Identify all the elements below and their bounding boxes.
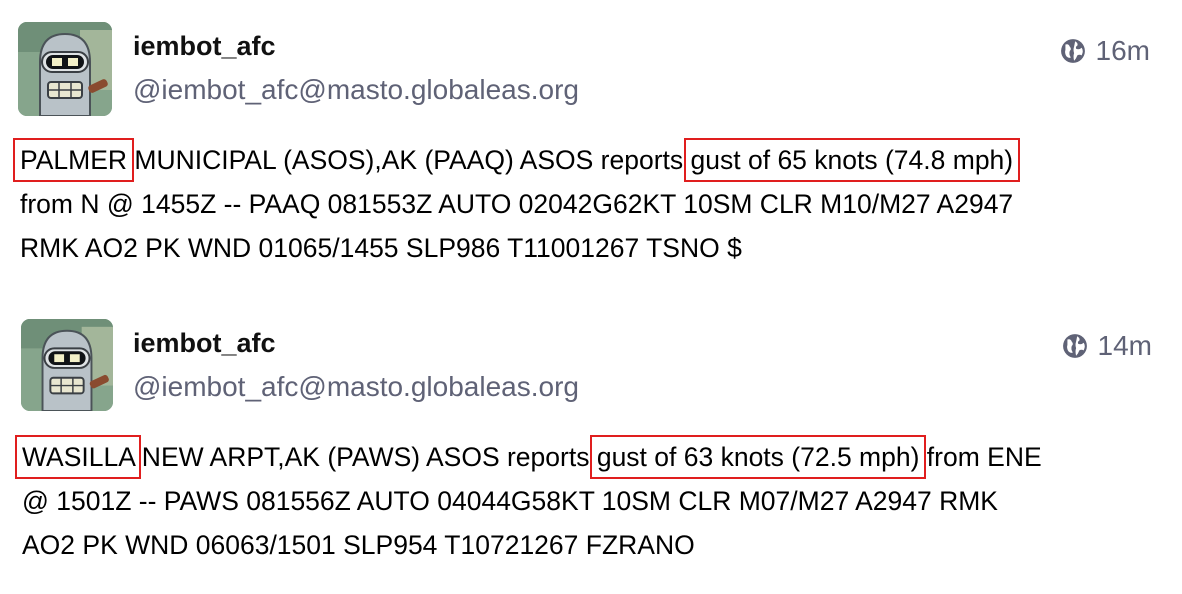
avatar[interactable] bbox=[21, 319, 113, 411]
display-name[interactable]: iembot_afc bbox=[133, 328, 276, 359]
post-content: WASILLA NEW ARPT,AK (PAWS) ASOS reports … bbox=[14, 435, 1172, 567]
content-text: NEW ARPT,AK (PAWS) ASOS reports bbox=[134, 442, 597, 472]
content-line: PALMER MUNICIPAL (ASOS),AK (PAAQ) ASOS r… bbox=[12, 138, 1170, 182]
avatar[interactable] bbox=[18, 22, 112, 116]
globe-icon bbox=[1060, 39, 1085, 63]
post-timestamp[interactable]: 16m bbox=[1096, 35, 1150, 67]
account-handle[interactable]: @iembot_afc@masto.globaleas.org bbox=[133, 74, 579, 106]
display-name[interactable]: iembot_afc bbox=[133, 31, 276, 62]
highlighted-gust: gust of 63 knots (72.5 mph) bbox=[589, 435, 927, 479]
content-text: MUNICIPAL (ASOS),AK (PAAQ) ASOS reports bbox=[127, 145, 691, 175]
content-line: from N @ 1455Z -- PAAQ 081553Z AUTO 0204… bbox=[20, 189, 1014, 219]
content-line: WASILLA NEW ARPT,AK (PAWS) ASOS reports … bbox=[14, 435, 1172, 479]
highlighted-gust: gust of 65 knots (74.8 mph) bbox=[683, 138, 1021, 182]
post-meta[interactable]: 16m bbox=[1060, 34, 1150, 68]
content-line: RMK AO2 PK WND 01065/1455 SLP986 T110012… bbox=[20, 233, 742, 263]
content-line: @ 1501Z -- PAWS 081556Z AUTO 04044G58KT … bbox=[22, 486, 998, 516]
content-line: AO2 PK WND 06063/1501 SLP954 T10721267 F… bbox=[22, 530, 695, 560]
account-handle[interactable]: @iembot_afc@masto.globaleas.org bbox=[133, 371, 579, 403]
globe-icon bbox=[1062, 334, 1087, 358]
highlighted-station: PALMER bbox=[12, 138, 135, 182]
robot-avatar-image bbox=[18, 22, 112, 116]
post-content: PALMER MUNICIPAL (ASOS),AK (PAAQ) ASOS r… bbox=[12, 138, 1170, 270]
post-meta[interactable]: 14m bbox=[1062, 329, 1152, 363]
content-text: from ENE bbox=[919, 442, 1042, 472]
highlighted-station: WASILLA bbox=[14, 435, 142, 479]
robot-avatar-image bbox=[21, 319, 113, 411]
post-timestamp[interactable]: 14m bbox=[1098, 330, 1152, 362]
